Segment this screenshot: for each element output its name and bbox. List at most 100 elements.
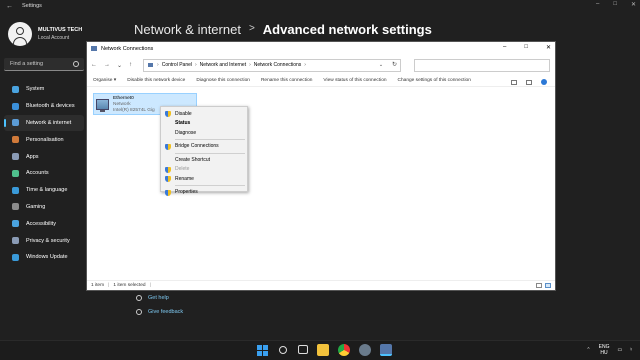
- preview-pane-icon[interactable]: [526, 79, 532, 85]
- command-1[interactable]: Disable this network device: [127, 78, 185, 83]
- sidebar-item-accessibility[interactable]: Accessibility: [4, 215, 84, 232]
- details-view-icon[interactable]: [536, 283, 542, 288]
- selected-count: 1 item selected: [113, 283, 146, 288]
- menu-item-properties[interactable]: Properties: [161, 188, 247, 198]
- search-icon: [279, 346, 287, 354]
- search-button[interactable]: [277, 344, 289, 356]
- search-icon: [73, 61, 79, 67]
- personalisation-icon: [12, 136, 19, 144]
- start-button[interactable]: [256, 344, 268, 356]
- help-icon[interactable]: [541, 79, 547, 85]
- window-title: Network Connections: [101, 45, 154, 52]
- status-bar: 1 item | 1 item selected |: [87, 280, 555, 290]
- give-feedback-link[interactable]: Give feedback: [136, 309, 183, 315]
- menu-item-label: Bridge Connections: [175, 143, 219, 150]
- tiles-view-icon[interactable]: [545, 283, 551, 288]
- address-segment[interactable]: Network and Internet: [200, 62, 246, 68]
- sidebar-item-accounts[interactable]: Accounts: [4, 165, 84, 182]
- command-4[interactable]: View status of this connection: [323, 78, 386, 83]
- get-help-link[interactable]: Get help: [136, 295, 169, 301]
- back-arrow-icon[interactable]: ←: [6, 3, 16, 10]
- up-arrow-icon[interactable]: ↑: [129, 62, 132, 68]
- search-input[interactable]: [414, 58, 551, 72]
- sidebar-item-label: Apps: [26, 153, 39, 160]
- maximize-icon[interactable]: □: [613, 1, 617, 8]
- sidebar-item-bluetooth-devices[interactable]: Bluetooth & devices: [4, 98, 84, 115]
- tray-chevron-icon[interactable]: ⌃: [586, 347, 590, 353]
- sidebar-item-label: Windows Update: [26, 254, 68, 261]
- gaming-icon: [12, 203, 19, 211]
- command-5[interactable]: Change settings of this connection: [398, 78, 471, 83]
- volume-icon[interactable]: ♮: [630, 347, 632, 353]
- file-explorer-button[interactable]: [317, 344, 329, 356]
- time-language-icon: [12, 186, 19, 194]
- close-icon[interactable]: ✕: [546, 44, 551, 51]
- privacy-security-icon: [12, 237, 19, 245]
- view-options-icon[interactable]: [511, 79, 517, 85]
- sidebar-item-gaming[interactable]: Gaming: [4, 199, 84, 216]
- menu-item-label: Disable: [175, 110, 192, 117]
- settings-window-controls: – □ ✕: [596, 1, 636, 8]
- sidebar-item-time-language[interactable]: Time & language: [4, 182, 84, 199]
- sidebar-item-network-internet[interactable]: Network & internet: [4, 114, 84, 132]
- minimize-icon[interactable]: –: [596, 1, 599, 8]
- sidebar-item-label: Accessibility: [26, 220, 56, 227]
- back-arrow-icon[interactable]: ←: [91, 62, 97, 68]
- sidebar-item-system[interactable]: System: [4, 81, 84, 98]
- menu-item-rename[interactable]: Rename: [161, 174, 247, 184]
- chevron-right-icon[interactable]: ›: [304, 62, 306, 68]
- taskbar: ⌃ ENG HU ▭ ♮: [0, 340, 640, 360]
- address-segment[interactable]: Network Connections: [254, 62, 302, 68]
- sidebar-item-label: Network & internet: [26, 119, 72, 126]
- close-icon[interactable]: ✕: [631, 1, 636, 8]
- recent-chevron-icon[interactable]: ⌄: [117, 62, 122, 69]
- network-connections-button[interactable]: [380, 344, 392, 356]
- language-indicator[interactable]: ENG HU: [599, 344, 610, 356]
- sidebar-item-personalisation[interactable]: Personalisation: [4, 131, 84, 148]
- sidebar-item-privacy-security[interactable]: Privacy & security: [4, 232, 84, 249]
- feedback-icon: [136, 309, 142, 315]
- task-view-button[interactable]: [298, 345, 308, 354]
- sidebar-item-apps[interactable]: Apps: [4, 148, 84, 165]
- search-input[interactable]: Find a setting: [4, 58, 84, 71]
- sidebar-item-windows-update[interactable]: Windows Update: [4, 249, 84, 266]
- command-0[interactable]: Organise ▾: [93, 78, 116, 83]
- avatar: [8, 22, 32, 46]
- menu-item-label: Status: [175, 120, 191, 127]
- command-3[interactable]: Rename this connection: [261, 78, 312, 83]
- forward-arrow-icon[interactable]: →: [104, 62, 110, 68]
- address-dropdown-icon[interactable]: ⌄: [379, 62, 383, 68]
- chrome-button[interactable]: [338, 344, 350, 356]
- network-icon[interactable]: ▭: [617, 347, 622, 353]
- menu-item-status[interactable]: Status: [161, 119, 247, 129]
- address-bar[interactable]: › Control Panel › Network and Internet › Netw…: [143, 58, 402, 72]
- network-folder-icon: [91, 46, 97, 51]
- ethernet-adapter-icon: [96, 99, 109, 112]
- chevron-right-icon[interactable]: ›: [157, 62, 159, 68]
- item-count: 1 item: [91, 283, 105, 288]
- minimize-icon[interactable]: –: [503, 44, 506, 51]
- sidebar-item-label: System: [26, 86, 45, 93]
- shield-icon: [165, 111, 171, 117]
- menu-item-disable[interactable]: Disable: [161, 109, 247, 119]
- menu-item-diagnose[interactable]: Diagnose: [161, 128, 247, 138]
- chevron-right-icon[interactable]: ›: [195, 62, 197, 68]
- accounts-icon: [12, 169, 19, 177]
- settings-button[interactable]: [359, 344, 371, 356]
- breadcrumb-parent[interactable]: Network & internet: [134, 22, 241, 37]
- menu-item-create-shortcut[interactable]: Create Shortcut: [161, 155, 247, 165]
- shield-icon: [165, 176, 171, 182]
- network-connections-window: Network Connections – □ ✕ ← → ⌄ ↑ › Contr…: [86, 41, 556, 291]
- accessibility-icon: [12, 220, 19, 228]
- maximize-icon[interactable]: □: [524, 44, 528, 51]
- system-tray: ⌃ ENG HU ▭ ♮: [586, 344, 632, 356]
- chevron-right-icon[interactable]: ›: [249, 62, 251, 68]
- command-2[interactable]: Diagnose this connection: [196, 78, 250, 83]
- sidebar-item-label: Bluetooth & devices: [26, 103, 75, 110]
- address-segment[interactable]: Control Panel: [162, 62, 192, 68]
- refresh-icon[interactable]: ↻: [392, 61, 397, 68]
- user-profile[interactable]: MULTIVUS TECH Local Account: [8, 22, 82, 46]
- menu-item-bridge-connections[interactable]: Bridge Connections: [161, 142, 247, 152]
- user-name: MULTIVUS TECH: [38, 27, 83, 33]
- network-internet-icon: [12, 119, 19, 127]
